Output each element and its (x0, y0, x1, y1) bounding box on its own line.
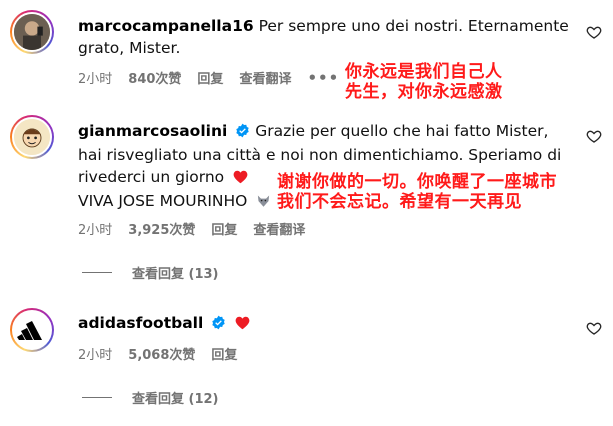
reply-button[interactable]: 回复 (211, 344, 237, 363)
username[interactable]: gianmarcosaolini (78, 122, 227, 140)
like-count[interactable]: 3,925次赞 (128, 219, 195, 238)
like-heart-icon[interactable] (586, 320, 602, 336)
comment-text-block: marcocampanella16 Per sempre uno dei nos… (78, 15, 573, 59)
chinese-overlay-caption: 你永远是我们自己人 先生，对你永远感激 (345, 62, 503, 102)
reply-button[interactable]: 回复 (197, 68, 223, 87)
timestamp: 2小时 (78, 223, 113, 238)
username[interactable]: marcocampanella16 (78, 17, 254, 35)
chinese-overlay-caption: 谢谢你做的一切。你唤醒了一座城市 我们不会忘记。希望有一天再见 (277, 172, 557, 212)
avatar[interactable] (10, 10, 54, 54)
like-count[interactable]: 5,068次赞 (128, 344, 195, 363)
overlay-line: 你永远是我们自己人 (345, 62, 503, 82)
overlay-line: 谢谢你做的一切。你唤醒了一座城市 (277, 172, 557, 192)
comment-meta: 2小时 840次赞 回复 查看翻译 ••• (78, 68, 355, 88)
avatar[interactable] (10, 115, 54, 159)
comment-meta: 2小时 5,068次赞 回复 (78, 344, 253, 363)
profile-photo-icon (14, 14, 50, 50)
verified-badge-icon (211, 314, 226, 336)
translate-button[interactable]: 查看翻译 (253, 219, 305, 238)
like-heart-icon[interactable] (586, 128, 602, 144)
view-replies-label: 查看回复 (12) (132, 392, 219, 407)
timestamp: 2小时 (78, 72, 113, 87)
adidas-logo-icon (17, 321, 42, 340)
replies-divider (82, 397, 112, 398)
view-replies-label: 查看回复 (13) (132, 267, 219, 282)
more-options-icon[interactable]: ••• (307, 69, 339, 87)
wolf-emoji-icon (256, 192, 271, 214)
avatar[interactable] (10, 308, 54, 352)
replies-divider (82, 272, 112, 273)
like-heart-icon[interactable] (586, 24, 602, 40)
reply-button[interactable]: 回复 (211, 219, 237, 238)
overlay-line: 我们不会忘记。希望有一天再见 (277, 192, 522, 212)
red-heart-emoji-icon (235, 314, 250, 336)
comment-text-line2: VIVA JOSE MOURINHO (78, 192, 248, 210)
cartoon-avatar-icon (14, 119, 50, 155)
red-heart-emoji-icon (233, 168, 248, 190)
view-replies-button[interactable]: 查看回复 (13) (82, 263, 219, 282)
view-replies-button[interactable]: 查看回复 (12) (82, 388, 219, 407)
verified-badge-icon (235, 122, 250, 144)
comment-text-block: adidasfootball (78, 312, 573, 336)
translate-button[interactable]: 查看翻译 (239, 68, 291, 87)
comment-meta: 2小时 3,925次赞 回复 查看翻译 (78, 219, 321, 238)
overlay-line: 先生，对你永远感激 (345, 82, 503, 102)
timestamp: 2小时 (78, 348, 113, 363)
username[interactable]: adidasfootball (78, 314, 203, 332)
like-count[interactable]: 840次赞 (128, 68, 181, 87)
